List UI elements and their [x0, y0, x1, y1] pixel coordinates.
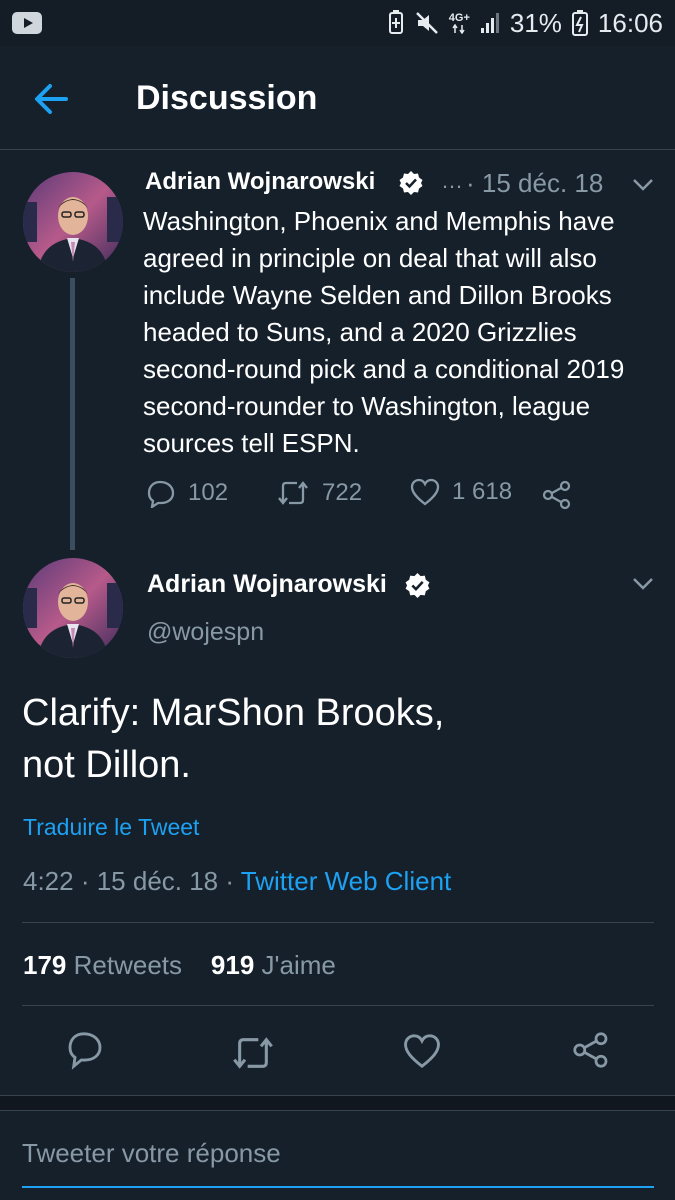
tweet-actions: 102 722 1 618 — [143, 478, 583, 518]
avatar[interactable] — [23, 172, 123, 272]
name-truncation: … — [441, 168, 463, 193]
section-separator — [0, 1095, 675, 1111]
verified-badge-icon — [399, 171, 423, 195]
author-name[interactable]: Adrian Wojnarowski — [147, 570, 387, 599]
share-button[interactable] — [541, 480, 573, 510]
heart-icon — [410, 478, 440, 506]
divider — [22, 1005, 654, 1006]
page-title: Discussion — [136, 79, 318, 117]
tweet-meta: 4:22 · 15 déc. 18 · Twitter Web Client — [23, 866, 451, 897]
likes-count: 919 — [210, 950, 255, 980]
header: Discussion — [0, 46, 675, 150]
reply-icon — [147, 480, 175, 508]
like-button[interactable]: 1 618 — [410, 478, 512, 506]
tweet-date: · 15 déc. 18 — [466, 168, 604, 198]
tweet-text: Clarify: MarShon Brooks, not Dillon. — [22, 687, 642, 791]
heart-icon — [404, 1034, 440, 1069]
tweet-text-line: not Dillon. — [22, 744, 191, 786]
translate-link[interactable]: Traduire le Tweet — [23, 814, 199, 841]
retweets-count: 179 — [23, 950, 67, 980]
battery-icon — [571, 10, 588, 36]
author-handle[interactable]: @wojespn — [147, 618, 264, 647]
network-type: 4G+ — [448, 11, 470, 24]
verified-badge-icon — [405, 573, 430, 598]
chevron-down-icon[interactable] — [632, 178, 654, 192]
retweet-icon — [233, 1037, 273, 1069]
thread-connector — [70, 278, 75, 550]
divider — [22, 922, 654, 923]
like-button[interactable] — [403, 1033, 441, 1074]
youtube-icon — [12, 12, 42, 34]
battery-percent: 31% — [509, 7, 562, 38]
chevron-down-icon[interactable] — [632, 577, 654, 591]
retweet-count: 722 — [322, 479, 363, 506]
likes-stat[interactable]: 919 J'aime — [211, 950, 336, 980]
reply-count: 102 — [188, 479, 229, 506]
tweet-text-line: Clarify: MarShon Brooks, — [22, 692, 445, 734]
share-icon — [573, 1032, 608, 1068]
share-button[interactable] — [571, 1031, 611, 1074]
share-icon — [542, 480, 571, 510]
tweet-timestamp: 4:22 · 15 déc. 18 · — [23, 866, 241, 896]
likes-label: J'aime — [261, 950, 336, 980]
author-name[interactable]: Adrian Wojnarowski — [145, 168, 375, 196]
reply-button[interactable] — [66, 1030, 104, 1075]
client-link[interactable]: Twitter Web Client — [241, 866, 451, 896]
retweet-icon — [278, 481, 308, 505]
mute-icon — [415, 12, 438, 34]
signal-icon — [480, 13, 499, 33]
avatar[interactable] — [23, 558, 123, 658]
tweet-text: Washington, Phoenix and Memphis have agr… — [143, 206, 625, 458]
reply-button[interactable]: 102 — [146, 478, 228, 508]
arrow-left-icon — [35, 84, 68, 114]
retweet-button[interactable] — [230, 1033, 276, 1078]
like-count: 1 618 — [452, 478, 513, 505]
retweets-stat[interactable]: 179 Retweets — [23, 950, 182, 980]
clock: 16:06 — [597, 7, 663, 38]
status-bar: 4G+ 31% 16:06 — [0, 0, 675, 46]
avatar-photo — [23, 558, 123, 658]
avatar-photo — [23, 172, 123, 272]
reply-icon — [68, 1032, 102, 1070]
network-indicator: 4G+ — [448, 11, 470, 34]
tweet-stats: 179 Retweets 919 J'aime — [23, 950, 336, 981]
battery-saver-icon — [388, 10, 403, 34]
back-button[interactable] — [32, 82, 72, 116]
status-right: 4G+ 31% 16:06 — [387, 8, 663, 39]
retweet-button[interactable]: 722 — [276, 478, 362, 508]
reply-input[interactable] — [22, 1132, 654, 1188]
retweets-label: Retweets — [73, 950, 183, 980]
